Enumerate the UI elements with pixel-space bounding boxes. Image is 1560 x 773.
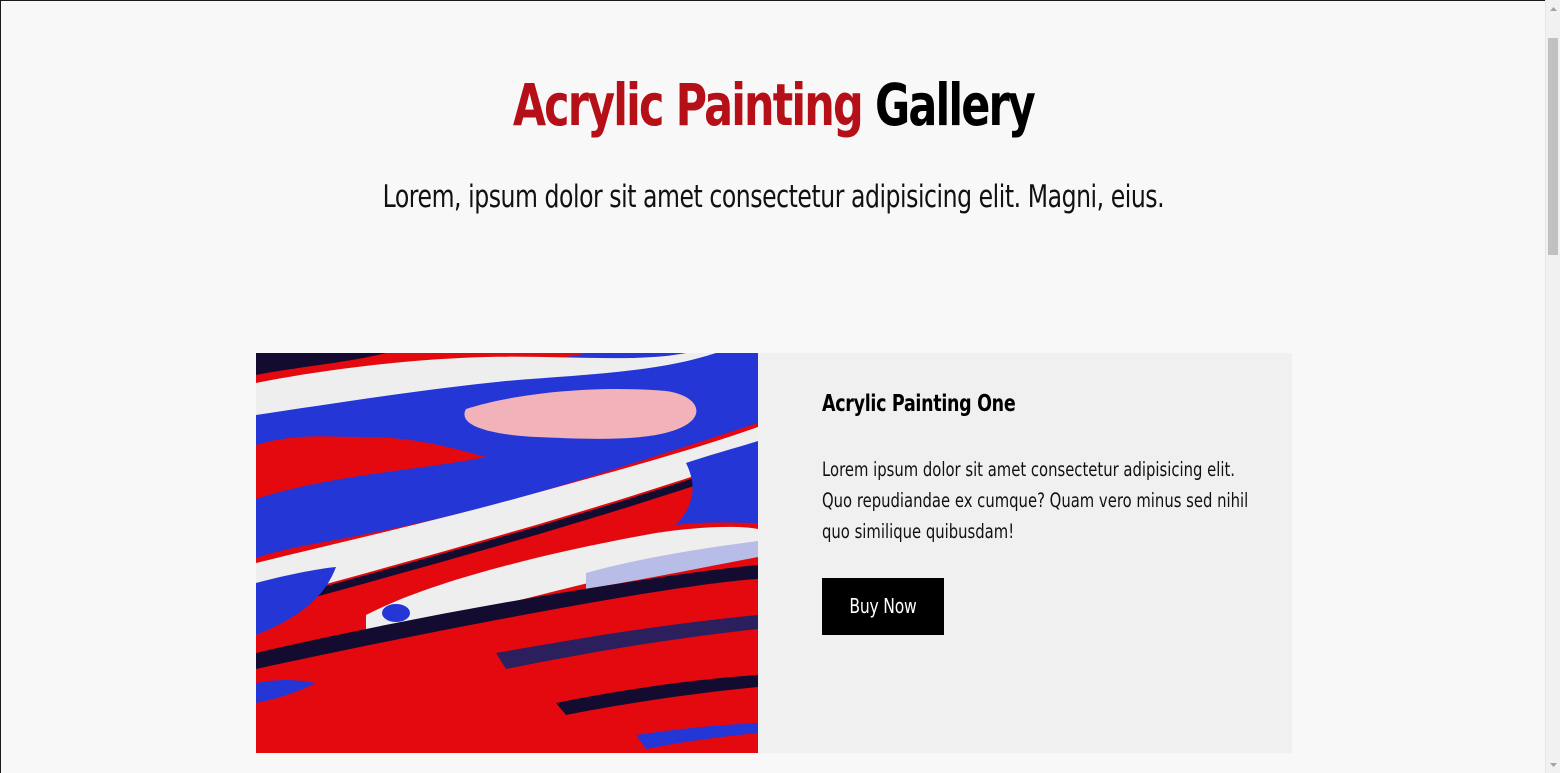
painting-card-body: Acrylic Painting One Lorem ipsum dolor s… (758, 353, 1292, 753)
triangle-down-icon (1550, 762, 1557, 767)
vertical-scrollbar[interactable] (1545, 0, 1560, 773)
page-viewport: Acrylic Painting Gallery Lorem, ipsum do… (0, 0, 1545, 773)
painting-description: Lorem ipsum dolor sit amet consectetur a… (822, 454, 1248, 547)
buy-now-label: Buy Now (849, 594, 917, 618)
scroll-thumb[interactable] (1548, 38, 1558, 255)
description-line: Quo repudiandae ex cumque? Quam vero min… (822, 489, 1249, 512)
painting-image (256, 353, 758, 753)
triangle-up-icon (1550, 6, 1557, 11)
page-title: Acrylic Painting Gallery (202, 67, 1345, 143)
buy-now-button[interactable]: Buy Now (822, 578, 944, 635)
painting-title: Acrylic Painting One (822, 391, 1016, 417)
page-title-accent: Acrylic Painting (512, 71, 864, 139)
page-subtitle: Lorem, ipsum dolor sit amet consectetur … (382, 179, 1165, 215)
painting-card: Acrylic Painting One Lorem ipsum dolor s… (256, 353, 1292, 753)
page-title-rest: Gallery (874, 71, 1036, 139)
scroll-up-button[interactable] (1546, 0, 1560, 17)
description-line: quo similique quibusdam! (822, 520, 1015, 543)
scroll-down-button[interactable] (1546, 756, 1560, 773)
description-line: Lorem ipsum dolor sit amet consectetur a… (822, 458, 1236, 481)
